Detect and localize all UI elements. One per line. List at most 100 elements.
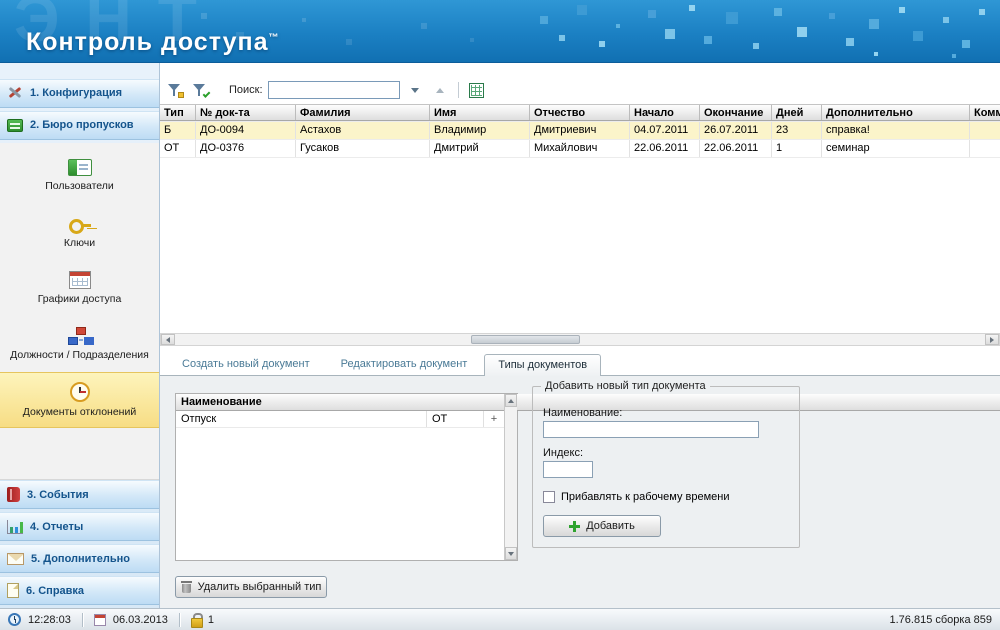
types-column-name[interactable]: Наименование [176,394,1000,410]
subnav-item-positions-departments[interactable]: Должности / Подразделения [0,316,159,372]
cell-firstname: Дмитрий [430,140,530,157]
documents-table-header[interactable]: Тип № док-та Фамилия Имя Отчество Начало… [160,104,1000,121]
sidebar-item-reports[interactable]: 4. Отчеты [0,512,159,542]
sidebar-item-label: 4. Отчеты [30,520,84,533]
app-title-text: Контроль доступа [26,28,269,56]
cell-days: 23 [772,122,822,139]
subnav-item-users[interactable]: Пользователи [0,148,159,204]
subnav-item-label: Пользователи [45,180,114,193]
worktime-checkbox-label: Прибавлять к рабочему времени [561,491,730,503]
subnav-item-access-schedules[interactable]: Графики доступа [0,260,159,316]
config-tools-icon [7,85,23,101]
column-header-additional[interactable]: Дополнительно [822,105,970,120]
sidebar: 1. Конфигурация 2. Бюро пропусков Пользо… [0,63,160,608]
subnav-item-deviation-documents[interactable]: Документы отклонений [0,371,159,428]
pass-card-icon [7,118,23,132]
arrow-up-icon [508,398,514,403]
arrow-left-icon [166,336,170,343]
scroll-down-button[interactable] [505,547,517,560]
index-input[interactable] [543,461,593,478]
scroll-right-button[interactable] [985,334,999,345]
horizontal-scrollbar[interactable] [160,333,1000,346]
status-separator [81,612,83,627]
cell-patronymic: Михайлович [530,140,630,157]
types-row[interactable]: Отпуск ОТ + [176,411,504,428]
subnav-item-keys[interactable]: Ключи [0,204,159,260]
toolbar-separator [457,82,459,98]
sidebar-item-pass-office[interactable]: 2. Бюро пропусков [0,110,159,140]
documents-table: Тип № док-та Фамилия Имя Отчество Начало… [160,104,1000,158]
scrollbar-thumb[interactable] [471,335,580,344]
delete-type-button[interactable]: Удалить выбранный тип [175,576,327,598]
column-header-doc-number[interactable]: № док-та [196,105,296,120]
arrow-right-icon [990,336,994,343]
column-header-days[interactable]: Дней [772,105,822,120]
app-header: ЭНТ Контроль доступа™ [0,0,1000,63]
status-bar: 12:28:03 06.03.2013 1 1.76.815 сборка 85… [0,608,1000,630]
cell-patronymic: Дмитриевич [530,122,630,139]
tab-edit-document[interactable]: Редактировать документ [327,353,482,375]
chevron-up-icon [435,87,444,93]
sidebar-item-additional[interactable]: 5. Дополнительно [0,544,159,574]
trash-icon [180,581,192,593]
table-row-selected[interactable]: Б ДО-0094 Астахов Владимир Дмитриевич 04… [160,122,1000,140]
cell-start: 22.06.2011 [630,140,700,157]
filter-button[interactable] [165,80,185,100]
scroll-left-button[interactable] [161,334,175,345]
vertical-scrollbar[interactable] [504,394,517,560]
filter-check-icon [192,82,211,98]
filter-apply-button[interactable] [190,80,211,100]
add-type-button[interactable]: Добавить [543,515,661,537]
trademark-symbol: ™ [268,32,280,44]
table-row[interactable]: ОТ ДО-0376 Гусаков Дмитрий Михайлович 22… [160,140,1000,158]
search-dropdown-button[interactable] [405,80,425,100]
column-header-start[interactable]: Начало [630,105,700,120]
bar-chart-icon [7,519,23,534]
worktime-checkbox-row: Прибавлять к рабочему времени [543,491,729,503]
app-title: Контроль доступа™ [26,28,279,57]
excel-icon [469,82,485,98]
column-header-end[interactable]: Окончание [700,105,772,120]
type-index-cell: ОТ [427,411,484,427]
subnav-item-label: Документы отклонений [22,405,137,418]
header-pixel-decoration [0,0,8,8]
status-separator [178,612,180,627]
sidebar-item-events[interactable]: 3. События [0,480,159,510]
column-header-surname[interactable]: Фамилия [296,105,430,120]
cell-surname: Астахов [296,122,430,139]
column-header-comment[interactable]: Комментарий [970,105,1000,120]
document-tabs: Создать новый документ Редактировать док… [160,352,1000,376]
calendar-icon [93,613,106,626]
sidebar-item-configuration[interactable]: 1. Конфигурация [0,79,159,108]
main-area: Поиск: Тип № док-та Фамилия Имя Отчество… [160,63,1000,608]
types-table: Наименование Индекс + Больничный Б + Отп… [176,394,1000,560]
tab-document-types[interactable]: Типы документов [484,354,602,376]
column-header-patronymic[interactable]: Отчество [530,105,630,120]
alarm-clock-icon [69,381,90,402]
index-label: Индекс: [543,447,584,459]
help-document-icon [7,583,19,599]
excel-export-button[interactable] [467,80,487,100]
type-add-cell[interactable]: + [484,411,504,427]
column-header-firstname[interactable]: Имя [430,105,530,120]
envelope-icon [7,552,24,565]
tab-create-document[interactable]: Создать новый документ [168,353,324,375]
cell-additional: справка! [822,122,970,139]
add-type-button-label: Добавить [586,520,635,532]
type-name-cell: Отпуск [176,411,427,427]
types-table-header[interactable]: Наименование Индекс + [176,394,1000,411]
subnav-item-label: Графики доступа [37,292,122,305]
cell-comment [970,140,1000,157]
version-text: 1.76.815 сборка 859 [889,613,993,626]
sidebar-item-help[interactable]: 6. Справка [0,576,159,606]
column-header-type[interactable]: Тип [160,105,196,120]
lock-icon [190,613,203,628]
collapse-button[interactable] [430,80,450,100]
name-input[interactable] [543,421,759,438]
search-input[interactable] [267,81,400,99]
scroll-up-button[interactable] [505,394,517,407]
cell-comment [970,122,1000,139]
worktime-checkbox[interactable] [543,491,555,503]
org-chart-icon [67,326,92,345]
app-window: ЭНТ Контроль доступа™ 1. Конфигурация 2.… [0,0,1000,630]
